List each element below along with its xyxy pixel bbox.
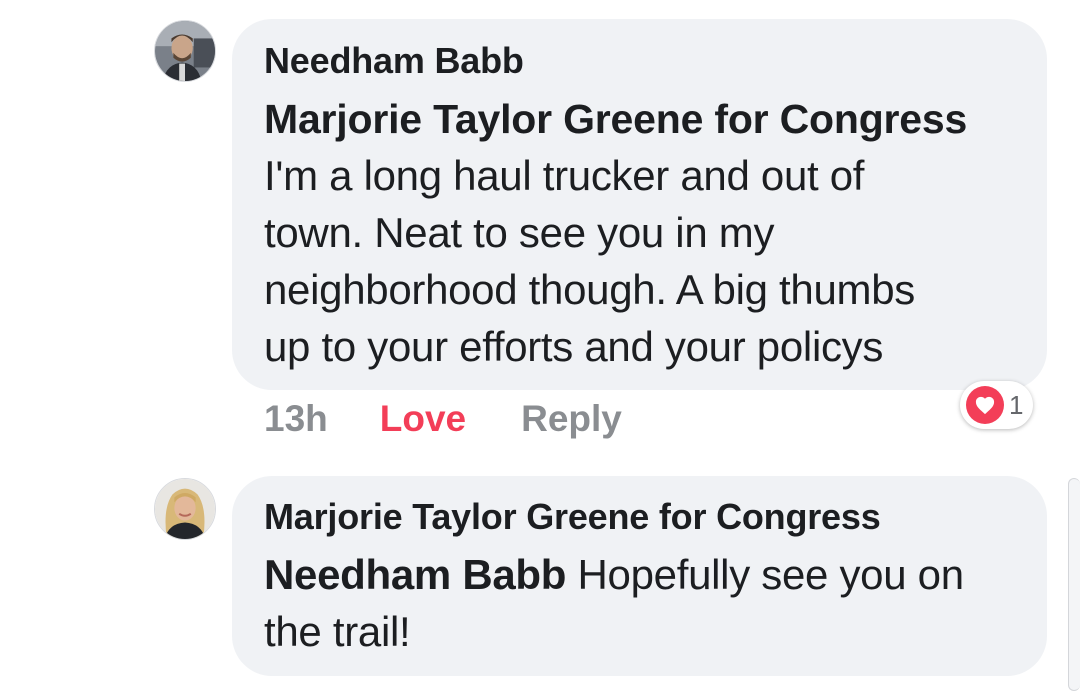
comment-body: I'm a long haul trucker and out of town.…	[264, 147, 1034, 375]
comment-line: I'm a long haul trucker and out of	[264, 152, 865, 199]
love-button[interactable]: Love	[380, 398, 466, 440]
comment-author-name[interactable]: Needham Babb	[264, 40, 524, 82]
comment-line: town. Neat to see you in my	[264, 209, 775, 256]
commenter-avatar[interactable]	[154, 20, 216, 82]
reply-line: Needham Babb Hopefully see you on	[264, 546, 1034, 603]
reply-text: Hopefully see you on	[566, 551, 965, 598]
reply-button[interactable]: Reply	[521, 398, 622, 440]
comment-line: up to your efforts and your policys	[264, 323, 884, 370]
comment-mention[interactable]: Marjorie Taylor Greene for Congress	[264, 96, 967, 143]
scrollbar[interactable]	[1068, 478, 1080, 691]
reaction-summary[interactable]: 1	[960, 381, 1034, 429]
reply-author-name[interactable]: Marjorie Taylor Greene for Congress	[264, 496, 881, 538]
reply-line: the trail!	[264, 608, 411, 655]
comment-thread: Needham Babb Marjorie Taylor Greene for …	[0, 0, 1080, 691]
reply-mention[interactable]: Needham Babb	[264, 551, 566, 598]
comment-timestamp[interactable]: 13h	[264, 398, 328, 440]
reply-body: Needham Babb Hopefully see you on the tr…	[264, 546, 1034, 660]
heart-icon	[966, 386, 1004, 424]
reaction-count: 1	[1009, 389, 1024, 420]
comment-line: neighborhood though. A big thumbs	[264, 266, 915, 313]
comment-actions: 13h Love Reply	[264, 398, 622, 440]
reply-author-avatar[interactable]	[154, 478, 216, 540]
